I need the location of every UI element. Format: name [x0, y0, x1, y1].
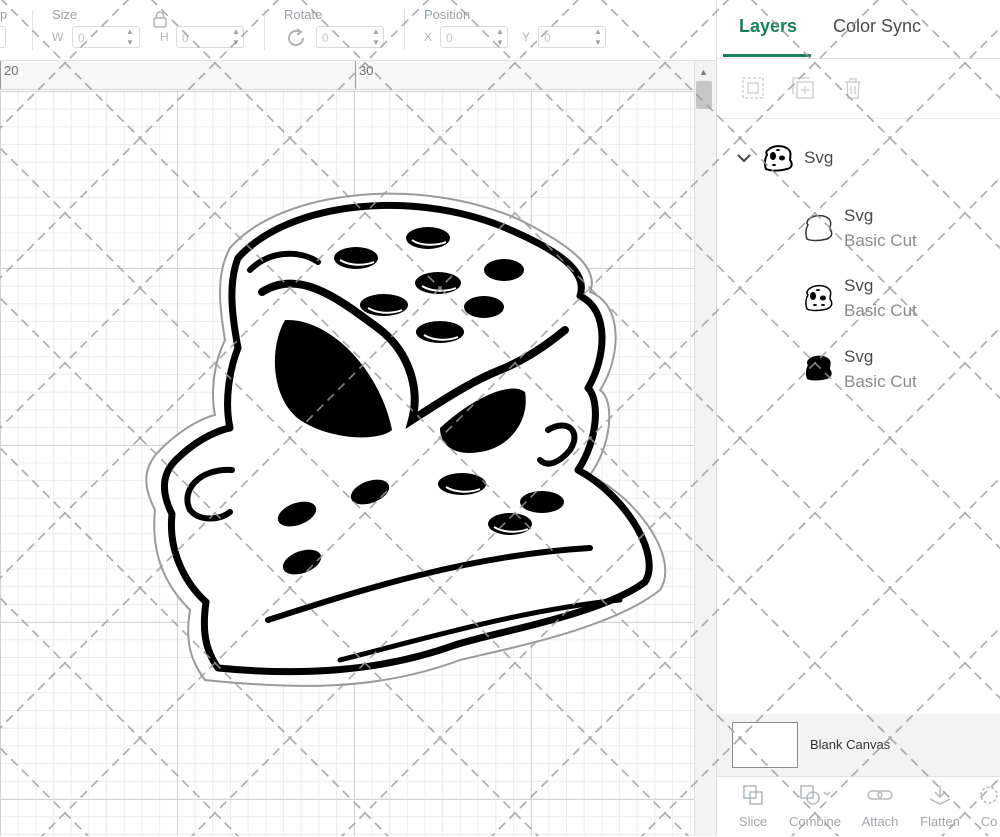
- flatten-button[interactable]: Flatten: [917, 783, 963, 829]
- attach-label: Attach: [861, 814, 899, 829]
- combine-label: Combine: [788, 814, 842, 829]
- width-label: W: [52, 30, 64, 44]
- x-stepper[interactable]: ▲ ▼: [494, 26, 506, 48]
- flatten-icon: [927, 786, 953, 811]
- layer-bottom-actions: Slice Combine Attach Flatten Co: [717, 776, 1000, 837]
- combine-button[interactable]: Combine: [787, 783, 843, 829]
- divider: [32, 10, 33, 50]
- toolbar: p Size W 0 ▲ ▼ H 0 ▲ ▼ Rotate 0 ▲ ▼ Positio…: [0, 0, 716, 61]
- attach-button[interactable]: Attach: [857, 783, 903, 829]
- cut-label: p: [0, 7, 8, 22]
- partial-select[interactable]: [0, 26, 6, 48]
- vertical-scrollbar[interactable]: ▲: [694, 61, 717, 836]
- rotate-icon[interactable]: [284, 26, 308, 55]
- rotate-label: Rotate: [284, 7, 323, 22]
- y-stepper[interactable]: ▲ ▼: [592, 26, 604, 48]
- contour-button[interactable]: Co: [977, 783, 1000, 829]
- design-canvas[interactable]: [0, 61, 694, 836]
- panel-tabs: Layers Color Sync: [717, 0, 1000, 59]
- blank-canvas-swatch[interactable]: [732, 722, 798, 768]
- layer-actions: [717, 58, 1000, 119]
- height-label: H: [160, 30, 169, 44]
- layer-name: Svg: [844, 347, 874, 366]
- slice-label: Slice: [738, 814, 768, 829]
- x-label: X: [424, 30, 433, 44]
- delete-icon[interactable]: [841, 76, 865, 100]
- tab-layers[interactable]: Layers: [739, 16, 797, 37]
- height-stepper[interactable]: ▲ ▼: [230, 26, 242, 48]
- layer-operation: Basic Cut: [844, 231, 917, 250]
- scroll-up-icon[interactable]: ▲: [699, 67, 708, 77]
- ruler-ticks: [0, 61, 356, 89]
- layer-item[interactable]: Svg Basic Cut: [717, 200, 1000, 260]
- slice-button[interactable]: Slice: [733, 783, 773, 829]
- group-name: Svg: [804, 148, 834, 167]
- scroll-thumb[interactable]: [696, 81, 712, 109]
- divider: [404, 10, 405, 50]
- ruler-mark: 20: [4, 63, 19, 78]
- slice-icon: [741, 785, 765, 811]
- layer-operation: Basic Cut: [844, 301, 917, 320]
- combine-icon: [798, 785, 832, 811]
- tab-color-sync[interactable]: Color Sync: [833, 16, 921, 37]
- attach-icon: [866, 790, 894, 811]
- layer-operation: Basic Cut: [844, 372, 917, 391]
- group-icon[interactable]: [741, 76, 765, 100]
- active-tab-indicator: [723, 54, 811, 57]
- ruler-mark: 30: [359, 63, 374, 78]
- duck-detail-icon: [803, 283, 833, 318]
- layer-item[interactable]: Svg Basic Cut: [717, 340, 1000, 400]
- outline-icon: [803, 213, 833, 248]
- rotate-stepper[interactable]: ▲ ▼: [370, 26, 382, 48]
- position-label: Position: [424, 7, 471, 22]
- silhouette-icon: [803, 353, 833, 388]
- layer-name: Svg: [844, 276, 874, 295]
- horizontal-ruler: 20 30: [0, 61, 716, 90]
- layer-group-row[interactable]: Svg: [717, 136, 1000, 180]
- chevron-down-icon[interactable]: [737, 150, 751, 168]
- y-label: Y: [522, 30, 531, 44]
- divider: [264, 10, 265, 50]
- contour-icon: [977, 786, 1000, 811]
- duck-group-thumb-icon: [763, 144, 793, 177]
- width-stepper[interactable]: ▲ ▼: [124, 26, 136, 48]
- size-label: Size: [52, 7, 78, 22]
- layer-name: Svg: [844, 206, 874, 225]
- blank-canvas-label: Blank Canvas: [810, 737, 891, 752]
- contour-label: Co: [980, 814, 998, 829]
- blank-canvas-row[interactable]: Blank Canvas: [717, 714, 1000, 776]
- layers-panel: Layers Color Sync Svg Svg Basic Cut Svg …: [716, 0, 1000, 837]
- flatten-label: Flatten: [920, 814, 960, 829]
- duck-mask-design[interactable]: [0, 61, 694, 836]
- layer-item[interactable]: Svg Basic Cut: [717, 270, 1000, 330]
- duplicate-icon[interactable]: [791, 76, 815, 100]
